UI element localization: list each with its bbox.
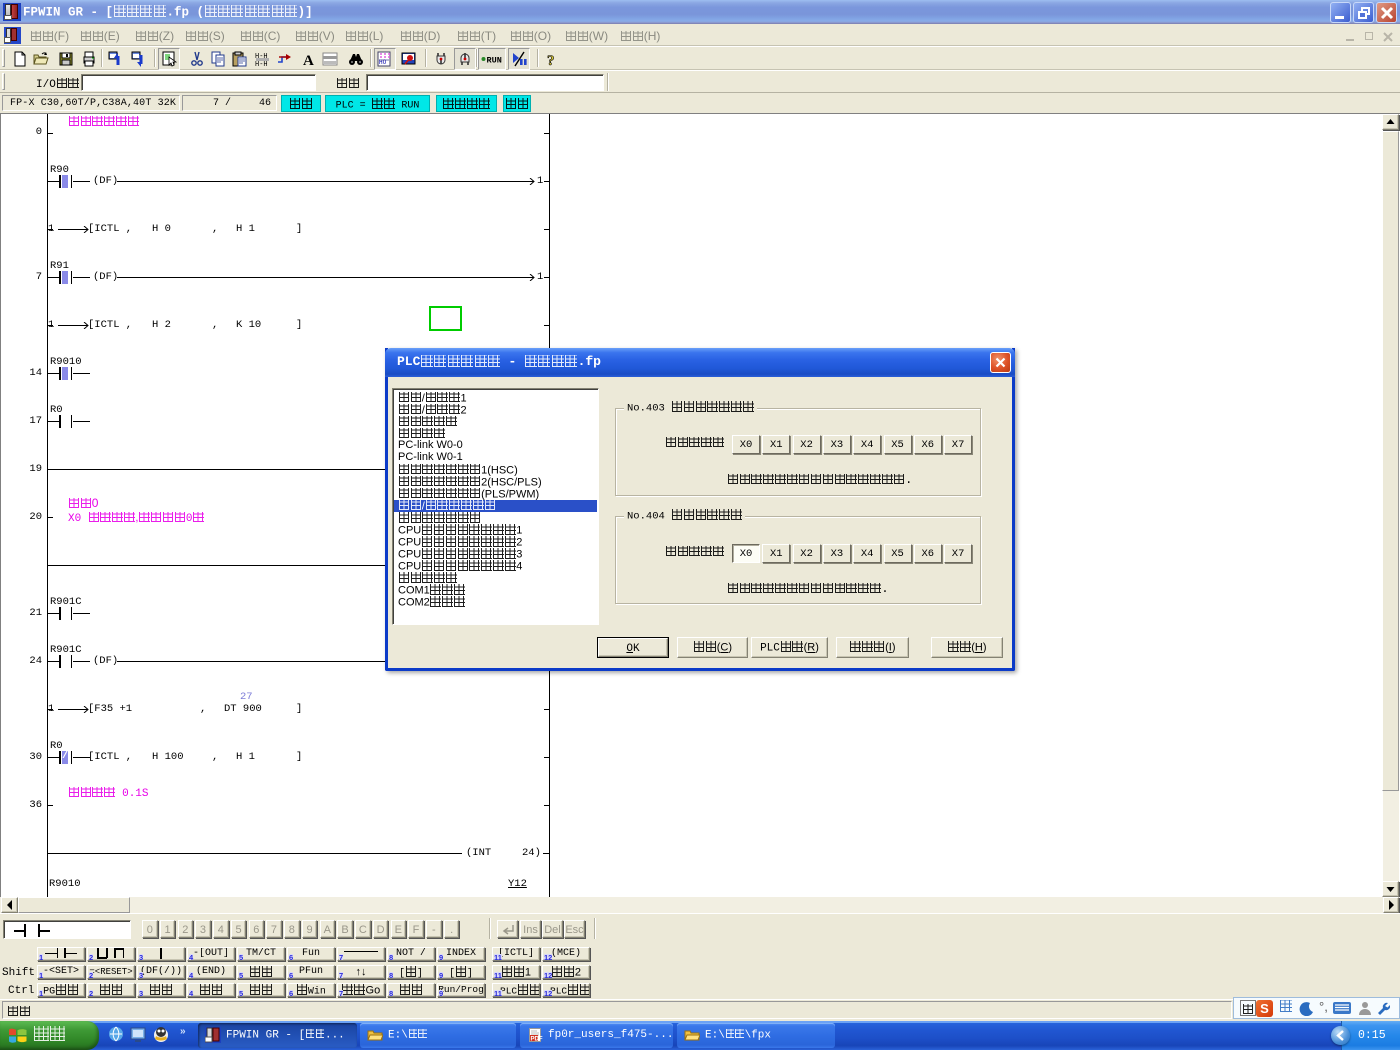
- svg-text:A: A: [303, 53, 314, 67]
- svg-text:H-H: H-H: [255, 61, 268, 67]
- svg-text:RUN: RUN: [487, 56, 502, 66]
- svg-text:PDF: PDF: [531, 1037, 543, 1043]
- svg-text:?: ?: [547, 53, 555, 67]
